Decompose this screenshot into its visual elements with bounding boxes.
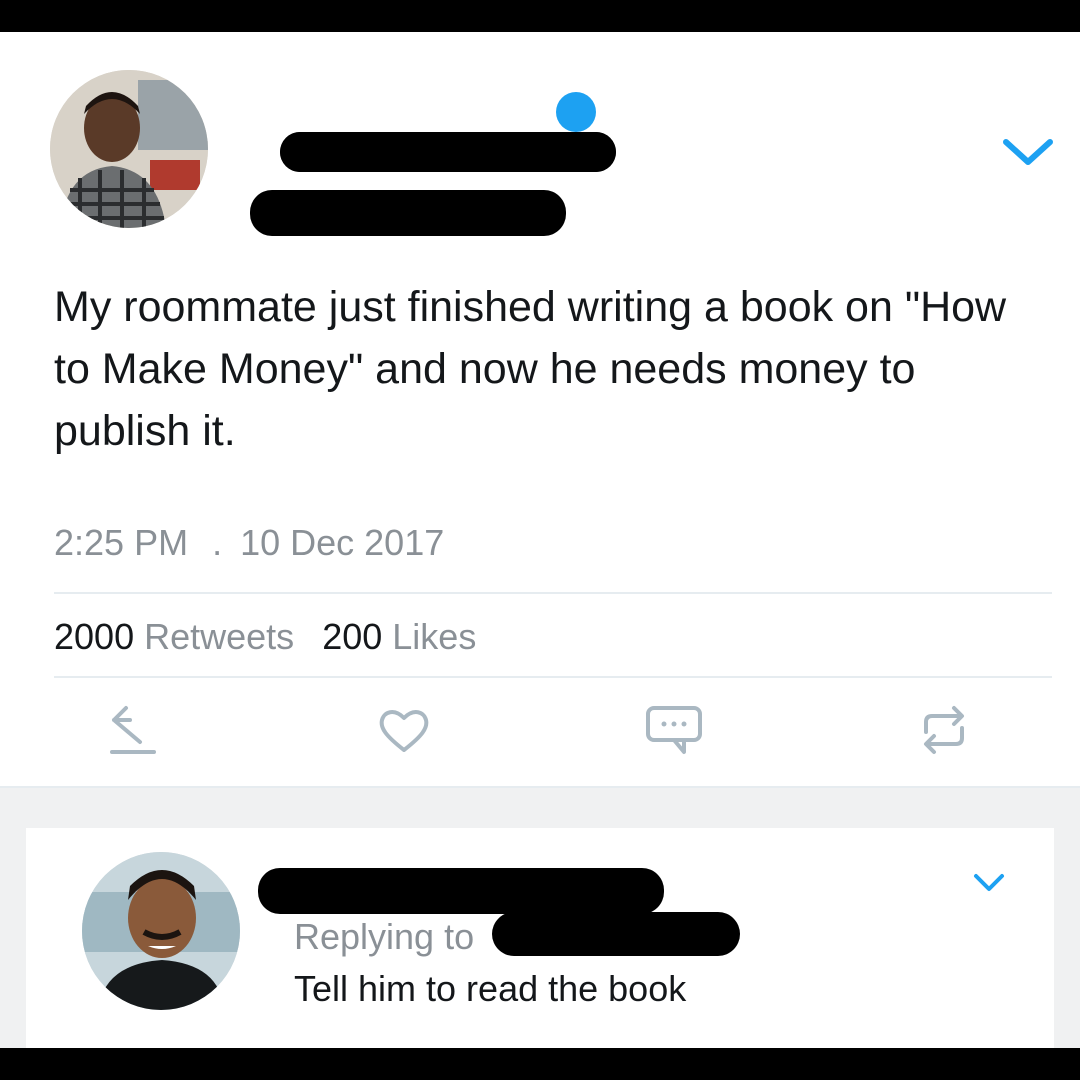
divider	[54, 676, 1052, 678]
tweet-action-bar	[0, 702, 1080, 762]
tweet-stats: 2000 Retweets 200 Likes	[54, 616, 476, 658]
tweet-timestamp: 2:25 PM. 10 Dec 2017	[54, 522, 444, 564]
tweet-date: 10 Dec 2017	[240, 522, 445, 563]
likes-stat[interactable]: 200 Likes	[322, 616, 476, 657]
timestamp-separator: .	[212, 522, 223, 563]
retweets-count: 2000	[54, 616, 135, 657]
divider	[54, 592, 1052, 594]
reply-text: Tell him to read the book	[294, 968, 687, 1009]
message-icon[interactable]	[644, 702, 704, 758]
chevron-down-icon[interactable]	[972, 870, 1006, 896]
retweets-label: Retweets	[144, 616, 295, 657]
reply-author-avatar[interactable]	[82, 852, 240, 1010]
chevron-down-icon[interactable]	[1000, 132, 1056, 172]
retweets-stat[interactable]: 2000 Retweets	[54, 616, 294, 657]
reply-author-avatar-image	[82, 852, 240, 1010]
tweet-time: 2:25 PM	[54, 522, 189, 563]
redacted-display-name-overlay	[280, 132, 616, 172]
reply-icon[interactable]	[104, 702, 160, 758]
redacted-reply-display-name	[258, 868, 664, 914]
replying-to-label: Replying to	[294, 916, 475, 957]
tweet-text: My roommate just finished writing a book…	[54, 283, 1007, 455]
likes-count: 200	[322, 616, 383, 657]
reply-tweet[interactable]: Replying to Tell him to read the book	[26, 828, 1054, 1048]
screen: My roommate just finished writing a book…	[0, 32, 1080, 1048]
redacted-username	[250, 190, 566, 236]
author-avatar[interactable]	[50, 70, 208, 228]
retweet-icon[interactable]	[914, 702, 974, 758]
likes-label: Likes	[392, 616, 477, 657]
heart-icon[interactable]	[376, 702, 432, 758]
redacted-reply-target	[492, 912, 740, 956]
section-divider	[0, 786, 1080, 830]
author-avatar-image	[50, 70, 208, 228]
verified-badge-icon	[556, 92, 596, 132]
main-tweet: My roommate just finished writing a book…	[0, 32, 1080, 786]
